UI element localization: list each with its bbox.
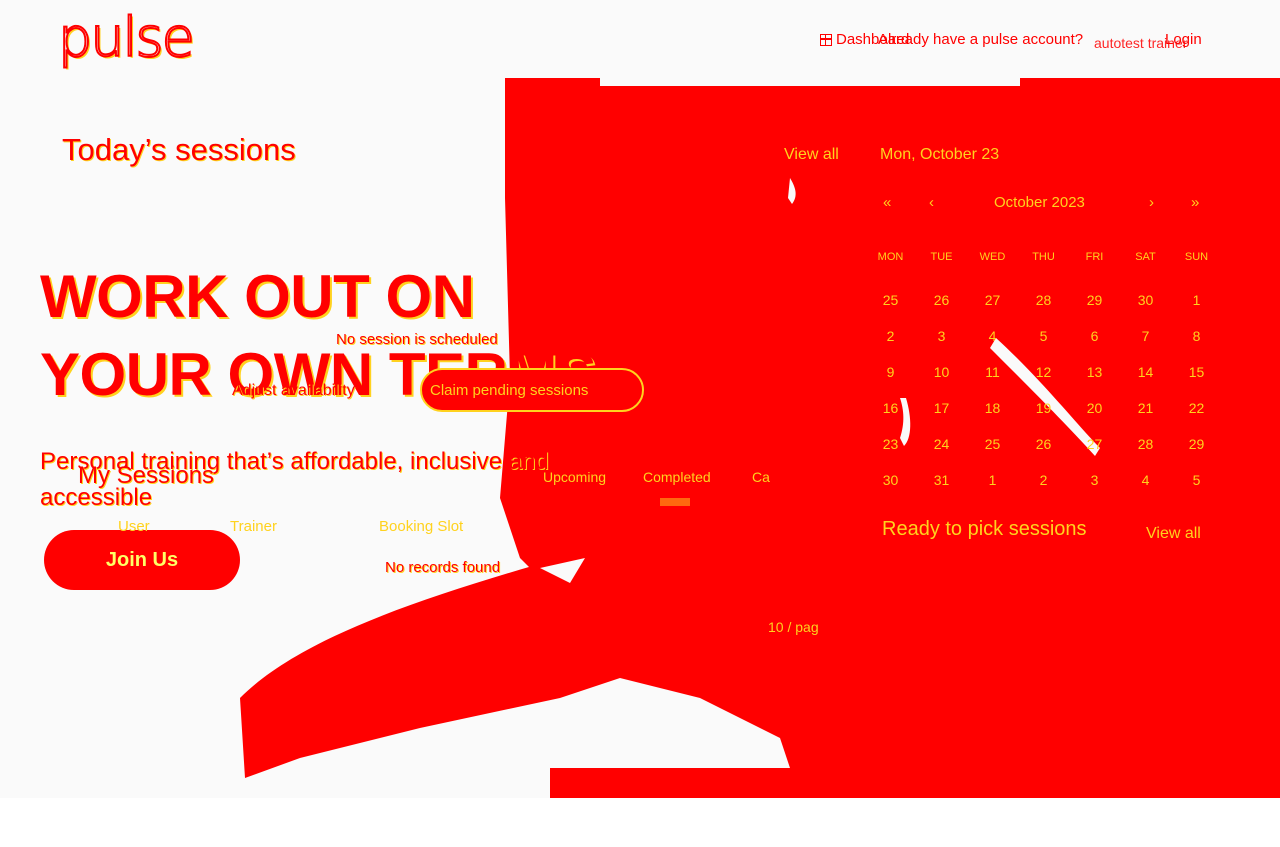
calendar-day[interactable]: 4: [967, 318, 1018, 354]
ready-to-pick-view-all-link[interactable]: View all: [1146, 525, 1201, 543]
ready-to-pick-title: Ready to pick sessions: [882, 518, 1087, 540]
calendar-day[interactable]: 4: [1120, 462, 1171, 498]
hero-title-line-1: WORK OUT ON: [40, 263, 475, 330]
calendar-day[interactable]: 18: [967, 390, 1018, 426]
tab-upcoming[interactable]: Upcoming: [543, 469, 606, 485]
column-header-booking-slot: Booking Slot: [379, 518, 464, 535]
todays-sessions-view-all-link[interactable]: View all: [784, 146, 839, 164]
join-us-button[interactable]: Join Us: [44, 530, 240, 590]
calendar-day[interactable]: 26: [1018, 426, 1069, 462]
calendar-weekday: MON: [877, 251, 904, 263]
calendar-day[interactable]: 2: [1018, 462, 1069, 498]
calendar-day[interactable]: 27: [1069, 426, 1120, 462]
top-header: pulse Dashboard Already have a pulse acc…: [0, 0, 1280, 78]
calendar-day[interactable]: 29: [1171, 426, 1222, 462]
column-header-trainer: Trainer: [230, 518, 277, 535]
calendar-day[interactable]: 1: [967, 462, 1018, 498]
calendar-day[interactable]: 5: [1171, 462, 1222, 498]
todays-sessions-title: Today’s sessions: [62, 132, 296, 167]
calendar-day[interactable]: 8: [1171, 318, 1222, 354]
no-session-message: No session is scheduled: [336, 331, 498, 348]
calendar-day[interactable]: 28: [1120, 426, 1171, 462]
calendar-day[interactable]: 30: [865, 462, 916, 498]
tab-cancelled[interactable]: Ca: [752, 469, 770, 485]
my-sessions-title: My Sessions: [78, 462, 215, 489]
calendar-day[interactable]: 15: [1171, 354, 1222, 390]
calendar-day[interactable]: 13: [1069, 354, 1120, 390]
page-size-select[interactable]: 10 / pag: [768, 619, 819, 635]
calendar-weekday: SAT: [1135, 251, 1156, 263]
calendar-day[interactable]: 2: [865, 318, 916, 354]
calendar-weekday: THU: [1032, 251, 1055, 263]
adjust-availability-link[interactable]: Adjust availability: [232, 382, 355, 400]
calendar-selected-date: Mon, October 23: [880, 146, 1000, 163]
calendar-day[interactable]: 11: [967, 354, 1018, 390]
calendar-day[interactable]: 24: [916, 426, 967, 462]
no-records-message: No records found: [385, 559, 501, 576]
calendar-day[interactable]: 31: [916, 462, 967, 498]
calendar-day[interactable]: 23: [865, 426, 916, 462]
calendar-weekday: TUE: [930, 251, 953, 263]
calendar-day[interactable]: 28: [1018, 282, 1069, 318]
pulse-logo[interactable]: pulse: [57, 7, 196, 69]
column-header-user: User: [118, 518, 150, 535]
calendar-day[interactable]: 6: [1069, 318, 1120, 354]
calendar-month-label[interactable]: October 2023: [994, 194, 1085, 211]
claim-pending-sessions-button[interactable]: Claim pending sessions: [420, 368, 644, 412]
calendar-next-year-button[interactable]: »: [1191, 194, 1199, 211]
calendar-day[interactable]: 17: [916, 390, 967, 426]
calendar-day[interactable]: 5: [1018, 318, 1069, 354]
calendar-day[interactable]: 27: [967, 282, 1018, 318]
calendar-day[interactable]: 19: [1018, 390, 1069, 426]
calendar-day[interactable]: 1: [1171, 282, 1222, 318]
calendar-day[interactable]: 26: [916, 282, 967, 318]
calendar-day[interactable]: 22: [1171, 390, 1222, 426]
calendar-day[interactable]: 30: [1120, 282, 1171, 318]
calendar-prev-month-button[interactable]: ‹: [929, 194, 934, 211]
already-account-text: Already have a pulse account?: [878, 31, 1084, 48]
calendar-day[interactable]: 25: [865, 282, 916, 318]
calendar-day[interactable]: 29: [1069, 282, 1120, 318]
calendar-day[interactable]: 12: [1018, 354, 1069, 390]
calendar-day[interactable]: 14: [1120, 354, 1171, 390]
calendar-day[interactable]: 25: [967, 426, 1018, 462]
calendar-prev-year-button[interactable]: «: [883, 194, 891, 211]
calendar-day[interactable]: 3: [916, 318, 967, 354]
calendar-day[interactable]: 21: [1120, 390, 1171, 426]
tab-completed[interactable]: Completed: [643, 469, 711, 485]
calendar-day[interactable]: 20: [1069, 390, 1120, 426]
calendar-weekday: FRI: [1085, 251, 1104, 263]
calendar-weekday: SUN: [1184, 251, 1209, 263]
calendar-day[interactable]: 7: [1120, 318, 1171, 354]
calendar-day[interactable]: 16: [865, 390, 916, 426]
calendar-next-month-button[interactable]: ›: [1149, 194, 1154, 211]
calendar-grid: MON TUE WED THU FRI SAT SUN 25 26 27 28 29 30 1 2 3 4 5 6 7…: [865, 246, 1222, 498]
dashboard-grid-icon: [820, 33, 832, 46]
calendar-day[interactable]: 3: [1069, 462, 1120, 498]
login-link[interactable]: Login: [1165, 31, 1202, 48]
calendar-day[interactable]: 10: [916, 354, 967, 390]
calendar-weekday: WED: [979, 251, 1006, 263]
calendar-day[interactable]: 9: [865, 354, 916, 390]
